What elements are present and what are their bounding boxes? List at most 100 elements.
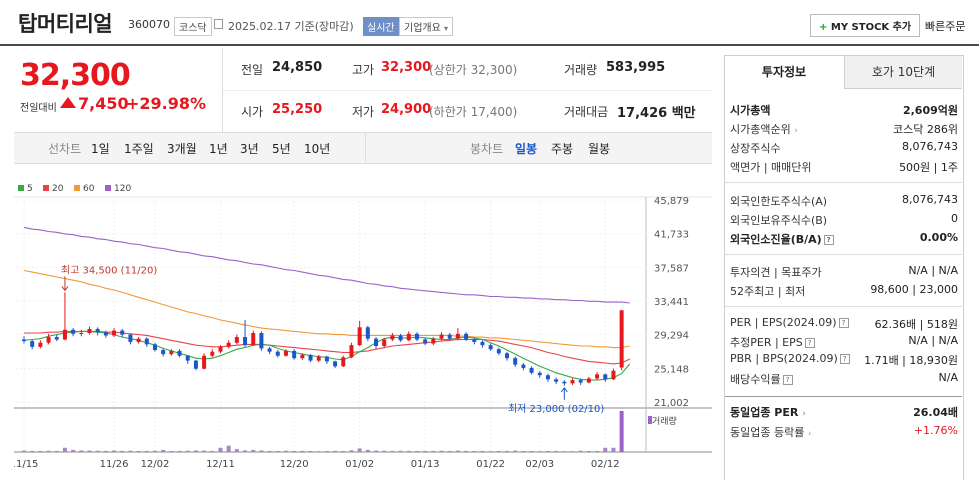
candle-body bbox=[480, 341, 485, 346]
price-chart[interactable]: 45,879 41,733 37,587 33,441 29,294 25,148 21,0… bbox=[14, 176, 714, 479]
volume-bar bbox=[193, 450, 198, 452]
volume-bar bbox=[62, 447, 67, 452]
dividend-value: N/A bbox=[938, 371, 958, 384]
candle-body bbox=[120, 330, 125, 335]
volume-bar bbox=[316, 451, 321, 453]
volume-bar bbox=[218, 447, 223, 452]
period-1d[interactable]: 1일 bbox=[91, 140, 110, 157]
candle-body bbox=[202, 355, 207, 369]
par-value: 500원 | 1주 bbox=[899, 161, 958, 174]
help-icon[interactable]: ? bbox=[839, 354, 850, 364]
volume-bar bbox=[71, 449, 76, 452]
help-icon[interactable]: ? bbox=[804, 338, 815, 348]
volume-bar bbox=[619, 411, 624, 452]
sector-per-value: 26.04배 bbox=[913, 406, 958, 419]
candle-body bbox=[112, 330, 117, 336]
volume-bar bbox=[341, 451, 346, 453]
plus-icon: + bbox=[819, 22, 828, 33]
volume-bar bbox=[234, 449, 239, 452]
x-tick-label: 11/15 bbox=[14, 459, 38, 470]
candle-body bbox=[38, 342, 43, 347]
volume-bar bbox=[464, 450, 469, 452]
candle-body bbox=[333, 361, 338, 367]
x-tick-label: 12/02 bbox=[141, 459, 170, 470]
shares-label: 상장주식수 bbox=[730, 142, 781, 155]
candle-body bbox=[488, 345, 493, 350]
candle-body bbox=[365, 327, 370, 339]
volume-bar bbox=[144, 450, 149, 452]
volume-bar bbox=[586, 451, 591, 453]
amount-value: 17,426 백만 bbox=[617, 106, 696, 121]
volume-value: 583,995 bbox=[606, 60, 666, 75]
fast-order-link[interactable]: 빠른주문 bbox=[925, 18, 965, 34]
volume-bar bbox=[595, 451, 600, 453]
candle-body bbox=[513, 358, 518, 365]
candle-body bbox=[292, 350, 297, 359]
candle-daily[interactable]: 일봉 bbox=[515, 140, 537, 157]
tab-order-book[interactable]: 호가 10단계 bbox=[844, 56, 962, 89]
period-1y[interactable]: 1년 bbox=[209, 140, 228, 157]
candle-weekly[interactable]: 주봉 bbox=[551, 140, 573, 157]
foreign-ratio-value: 0.00% bbox=[919, 231, 958, 244]
candle-body bbox=[87, 328, 92, 333]
volume-bar bbox=[210, 450, 215, 452]
period-1w[interactable]: 1주일 bbox=[124, 140, 154, 157]
candle-body bbox=[210, 351, 215, 356]
market-cap-value: 2,609억원 bbox=[902, 104, 958, 117]
shares-value: 8,076,743 bbox=[902, 140, 958, 153]
sector-per-link[interactable]: 동일업종 PER › bbox=[730, 404, 806, 420]
candle-chart-label: 봉차트 bbox=[470, 142, 504, 156]
add-mystock-button[interactable]: + MY STOCK 추가 bbox=[810, 14, 921, 37]
sector-rate-link[interactable]: 동일업종 등락률 › bbox=[730, 424, 811, 440]
volume-bar bbox=[152, 450, 157, 452]
volume-bar bbox=[95, 450, 100, 452]
volume-bar bbox=[488, 451, 493, 453]
legend-label: 120 bbox=[114, 184, 131, 194]
candle-body bbox=[79, 332, 84, 334]
legend-swatch bbox=[43, 185, 49, 191]
cap-rank-label: 시가총액순위 bbox=[730, 123, 791, 136]
realtime-button[interactable]: 실시간 bbox=[363, 17, 399, 36]
candle-body bbox=[95, 328, 100, 333]
moving-average-ma60 bbox=[23, 269, 630, 349]
x-tick-label: 11/26 bbox=[100, 459, 129, 470]
period-5y[interactable]: 5년 bbox=[272, 140, 291, 157]
volume-bar bbox=[300, 450, 305, 452]
tab-investment-info[interactable]: 투자정보 bbox=[725, 56, 843, 89]
candle-body bbox=[472, 339, 477, 342]
low-annotation: 최저 23,000 (02/10) bbox=[508, 403, 604, 415]
volume-bar bbox=[611, 447, 616, 452]
candle-body bbox=[152, 344, 157, 351]
week52-label: 52주최고 | 최저 bbox=[730, 285, 806, 298]
panel-divider bbox=[725, 396, 962, 397]
legend-label: 60 bbox=[83, 184, 95, 194]
calendar-icon bbox=[214, 19, 223, 29]
company-overview-dropdown[interactable]: 기업개요 ▾ bbox=[399, 17, 454, 36]
period-3y[interactable]: 3년 bbox=[240, 140, 259, 157]
line-chart-label: 선차트 bbox=[48, 142, 82, 156]
candle-monthly[interactable]: 월봉 bbox=[588, 140, 610, 157]
volume-bar bbox=[414, 451, 419, 453]
candle-body bbox=[447, 334, 452, 339]
candle-body bbox=[382, 339, 387, 346]
cap-rank-link[interactable]: 시가총액순위 › bbox=[730, 121, 798, 137]
candle-body bbox=[357, 327, 362, 346]
period-3m[interactable]: 3개월 bbox=[167, 140, 197, 157]
candle-body bbox=[398, 335, 403, 341]
help-icon[interactable]: ? bbox=[838, 318, 849, 328]
candle-body bbox=[349, 345, 354, 358]
panel-divider bbox=[725, 254, 962, 255]
volume-bar bbox=[537, 451, 542, 453]
panel-divider bbox=[725, 306, 962, 307]
volume-bar bbox=[38, 451, 43, 453]
candle-body bbox=[300, 354, 305, 359]
candle-body bbox=[464, 333, 469, 340]
candle-body bbox=[619, 310, 624, 368]
volume-bar bbox=[357, 448, 362, 452]
week52-value: 98,600 | 23,000 bbox=[870, 283, 958, 296]
help-icon[interactable]: ? bbox=[823, 235, 834, 245]
candle-body bbox=[586, 378, 591, 383]
period-10y[interactable]: 10년 bbox=[304, 140, 330, 157]
volume-legend-swatch bbox=[648, 416, 652, 424]
help-icon[interactable]: ? bbox=[782, 375, 793, 385]
